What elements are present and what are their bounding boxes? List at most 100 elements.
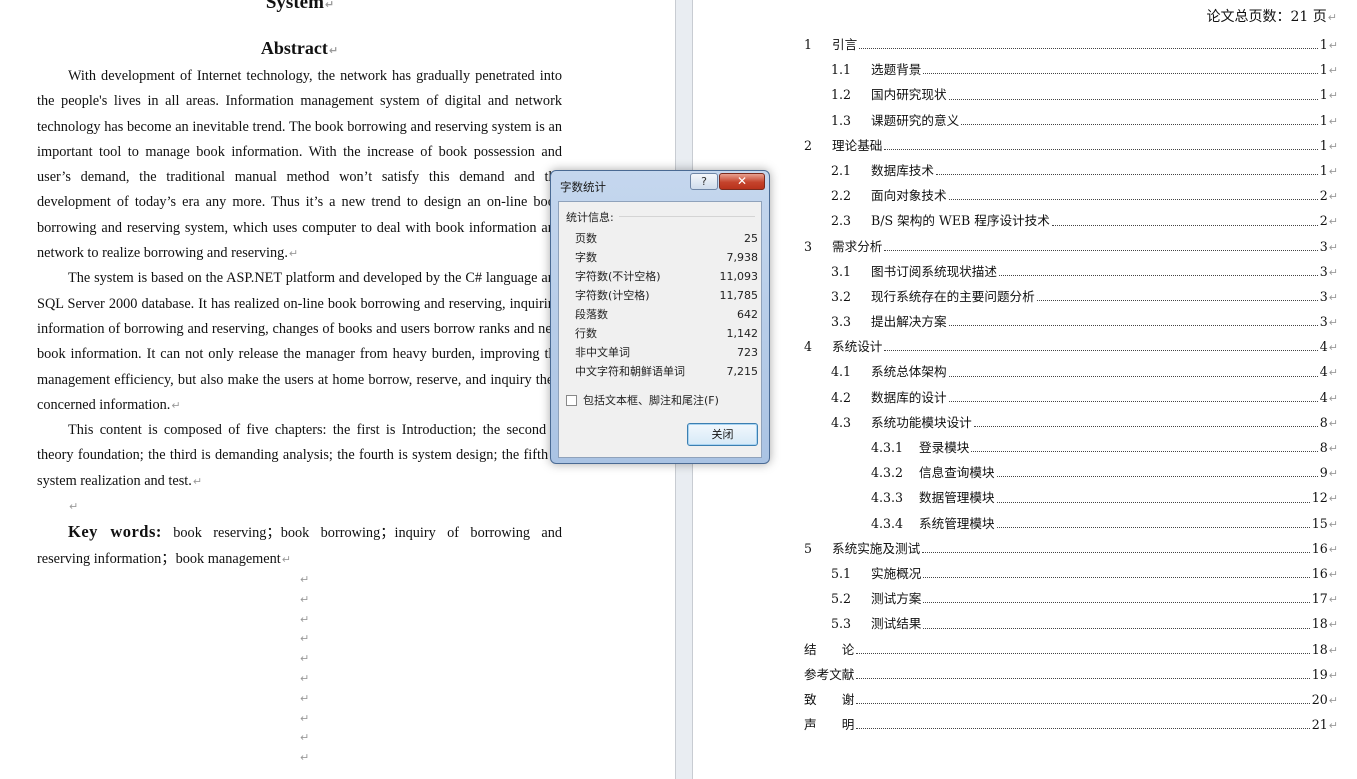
statistics-list: 页数 25 字数 7,938 字符数(不计空格) 11,093 字符数(计空格) 11,785… — [575, 229, 758, 381]
total-pages-label: 论文总页数：21 页↵ — [1206, 9, 1337, 25]
right-document-page[interactable]: 论文总页数：21 页↵ 1 引言 1↵ 1.1 选题背景 1↵ 1.2 国内研究现状 1↵ 1.3… — [693, 0, 1357, 779]
toc-entry-page: 1↵ — [1319, 112, 1338, 128]
toc-entry-title: 国内研究现状 — [871, 87, 947, 103]
paragraph-mark: ↵ — [300, 691, 310, 705]
paragraph-mark: ↵ — [1328, 89, 1338, 103]
toc-entry[interactable]: 4.3.4 系统管理模块 15↵ — [693, 511, 1338, 536]
toc-entry[interactable]: 5 系统实施及测试 16↵ — [693, 536, 1338, 561]
toc-dot-leader — [856, 662, 1310, 679]
toc-entry[interactable]: 4.3.3 数据管理模块 12↵ — [693, 485, 1338, 510]
toc-entry[interactable]: 4.3.1 登录模块 8↵ — [693, 435, 1338, 460]
toc-dot-leader — [884, 334, 1318, 352]
section-divider — [619, 216, 755, 217]
help-button[interactable]: ? — [690, 173, 718, 190]
paragraph-mark: ↵ — [300, 612, 310, 626]
document-title: System↵ — [265, 0, 335, 13]
paragraph-mark: ↵ — [300, 751, 310, 765]
paragraph-mark: ↵ — [300, 652, 310, 666]
toc-entry[interactable]: 2 理论基础 1↵ — [693, 133, 1338, 158]
toc-dot-leader — [856, 637, 1310, 654]
toc-entry-number: 1 — [804, 37, 813, 52]
word-count-dialog[interactable]: 字数统计 ? ✕ 统计信息: 页数 25 字数 7,938 字符数(不计空格) 11,09… — [550, 170, 770, 464]
paragraph-mark: ↵ — [300, 632, 310, 646]
toc-entry-page: 4↵ — [1319, 389, 1338, 405]
paragraph-mark: ↵ — [1328, 567, 1338, 581]
paragraph-mark: ↵ — [300, 731, 310, 745]
toc-entry[interactable]: 2.3 B/S 架构的 WEB 程序设计技术 2↵ — [693, 208, 1338, 233]
toc-entry-page: 4↵ — [1319, 339, 1338, 355]
paragraph-mark: ↵ — [1328, 39, 1338, 52]
paragraph-mark: ↵ — [1328, 341, 1338, 355]
paragraph-mark: ↵ — [300, 592, 310, 606]
toc-entry-title: 测试结果 — [871, 616, 922, 632]
dialog-title: 字数统计 — [560, 180, 606, 194]
toc-entry-page: 21↵ — [1311, 717, 1338, 733]
toc-entry[interactable]: 参考文献 19↵ — [693, 662, 1338, 687]
toc-entry[interactable]: 声 明 21↵ — [693, 712, 1338, 737]
toc-entry-page: 20↵ — [1311, 691, 1338, 707]
toc-entry[interactable]: 4 系统设计 4↵ — [693, 334, 1338, 359]
toc-entry-number: 2 — [804, 137, 813, 153]
toc-entry-title: 实施概况 — [871, 565, 922, 581]
toc-entry-page: 1↵ — [1319, 137, 1338, 153]
toc-entry-page: 16↵ — [1311, 565, 1338, 581]
toc-entry-page: 1↵ — [1319, 162, 1338, 178]
toc-entry-title: 现行系统存在的主要问题分析 — [871, 288, 1035, 304]
toc-entry-page: 18↵ — [1311, 616, 1338, 632]
toc-entry[interactable]: 4.3.2 信息查询模块 9↵ — [693, 460, 1338, 485]
toc-entry-page: 3↵ — [1319, 238, 1338, 254]
close-window-button[interactable]: ✕ — [719, 173, 765, 190]
toc-entry[interactable]: 3.1 图书订阅系统现状描述 3↵ — [693, 259, 1338, 284]
paragraph-mark: ↵ — [1328, 215, 1338, 229]
toc-entry[interactable]: 1.3 课题研究的意义 1↵ — [693, 108, 1338, 133]
paragraph-mark: ↵ — [1328, 366, 1338, 380]
paragraph-mark: ↵ — [1328, 114, 1338, 128]
close-button[interactable]: 关闭 — [687, 423, 758, 446]
toc-entry[interactable]: 4.1 系统总体架构 4↵ — [693, 359, 1338, 384]
toc-entry[interactable]: 3 需求分析 3↵ — [693, 234, 1338, 259]
paragraph-mark: ↵ — [1328, 240, 1338, 254]
statistic-row: 字数 7,938 — [575, 248, 758, 267]
toc-entry[interactable]: 5.1 实施概况 16↵ — [693, 561, 1338, 586]
statistic-row: 中文字符和朝鲜语单词 7,215 — [575, 362, 758, 381]
checkbox-box[interactable] — [566, 394, 577, 406]
toc-entry[interactable]: 4.2 数据库的设计 4↵ — [693, 385, 1338, 410]
statistic-label: 行数 — [575, 327, 597, 340]
toc-entry[interactable]: 4.3 系统功能模块设计 8↵ — [693, 410, 1338, 435]
statistic-row: 字符数(不计空格) 11,093 — [575, 267, 758, 286]
statistic-row: 页数 25 — [575, 229, 758, 248]
abstract-body[interactable]: With development of Internet technology,… — [37, 64, 562, 572]
statistic-row: 字符数(计空格) 11,785 — [575, 286, 758, 305]
statistic-value: 7,215 — [726, 365, 759, 378]
toc-dot-leader — [948, 385, 1318, 402]
toc-entry-title: 提出解决方案 — [871, 314, 947, 330]
toc-entry[interactable]: 1.1 选题背景 1↵ — [693, 57, 1338, 82]
toc-entry[interactable]: 5.2 测试方案 17↵ — [693, 586, 1338, 611]
statistic-label: 字符数(计空格) — [575, 289, 650, 302]
include-textboxes-checkbox[interactable]: 包括文本框、脚注和尾注(F) — [566, 392, 719, 408]
toc-entry-title: 系统总体架构 — [871, 364, 947, 380]
statistic-value: 11,093 — [719, 270, 759, 283]
toc-entry[interactable]: 1 引言 1↵ — [693, 32, 1338, 57]
toc-entry-title: 引言 — [832, 37, 858, 52]
toc-entry-title: 理论基础 — [832, 137, 883, 153]
toc-entry-title: 系统管理模块 — [919, 515, 995, 531]
toc-entry[interactable]: 3.3 提出解决方案 3↵ — [693, 309, 1338, 334]
toc-entry[interactable]: 1.2 国内研究现状 1↵ — [693, 82, 1338, 107]
toc-entry[interactable]: 2.2 面向对象技术 2↵ — [693, 183, 1338, 208]
toc-entry[interactable]: 致 谢 20↵ — [693, 687, 1338, 712]
paragraph-mark: ↵ — [1328, 139, 1338, 153]
toc-entry[interactable]: 2.1 数据库技术 1↵ — [693, 158, 1338, 183]
toc-entry[interactable]: 3.2 现行系统存在的主要问题分析 3↵ — [693, 284, 1338, 309]
toc-entry-number: 5 — [804, 540, 813, 556]
toc-entry-title: 结 论 — [804, 641, 855, 657]
paragraph-mark: ↵ — [1328, 290, 1338, 304]
statistic-value: 25 — [744, 232, 758, 245]
statistic-row: 非中文单词 723 — [575, 343, 758, 362]
toc-entry[interactable]: 5.3 测试结果 18↵ — [693, 611, 1338, 636]
toc-entry[interactable]: 结 论 18↵ — [693, 637, 1338, 662]
toc-entry-page: 9↵ — [1319, 465, 1338, 481]
statistic-value: 11,785 — [719, 289, 759, 302]
toc-dot-leader — [1036, 284, 1318, 302]
toc-entry-title: 选题背景 — [871, 62, 922, 78]
